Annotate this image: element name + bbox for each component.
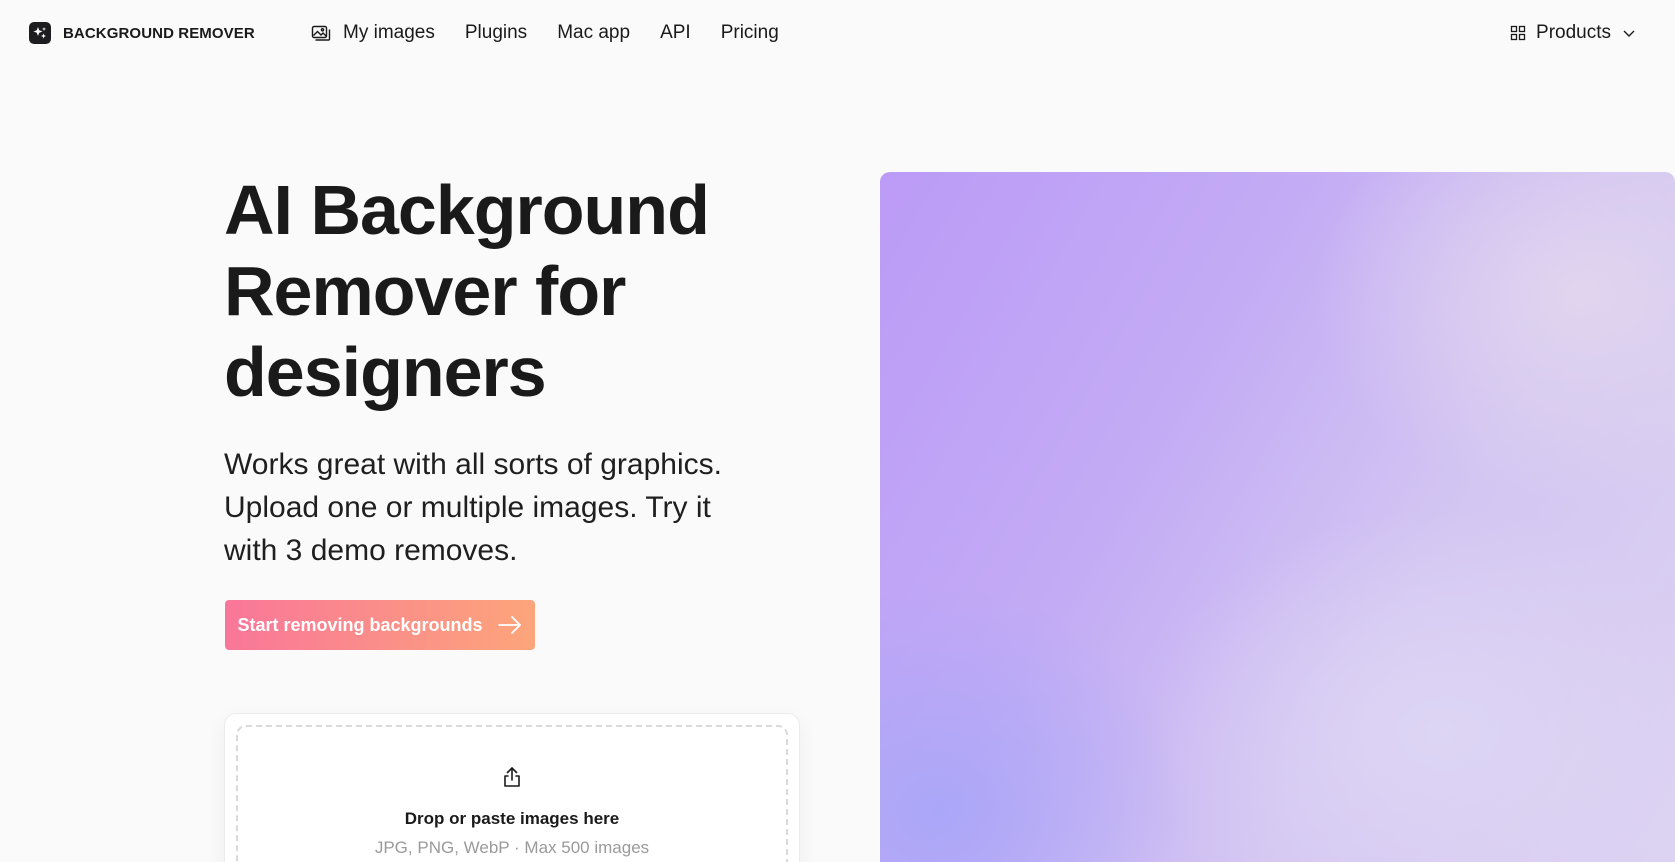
upload-card: Drop or paste images here JPG, PNG, WebP… — [224, 713, 800, 862]
hero-title: AI Background Remover for designers — [224, 170, 784, 413]
hero-subtitle-line: Upload one or multiple images. Try it — [224, 491, 711, 524]
dropzone-hint: JPG, PNG, WebP · Max 500 images — [374, 838, 650, 857]
nav-item-plugins[interactable]: Plugins — [465, 22, 527, 44]
main-nav: My images Plugins Mac app API Pricing — [311, 22, 779, 44]
top-navigation: BACKGROUND REMOVER My images Plugins Mac… — [0, 0, 1675, 70]
nav-label-mac-app: Mac app — [557, 22, 631, 43]
image-dropzone[interactable]: Drop or paste images here JPG, PNG, WebP… — [236, 725, 788, 862]
brand-name: BACKGROUND REMOVER — [63, 24, 255, 42]
nav-label-plugins: Plugins — [464, 22, 528, 43]
start-removing-button[interactable]: Start removing backgrounds — [225, 600, 535, 650]
hero-subtitle: Works great with all sorts of graphics. … — [224, 443, 784, 572]
hero-title-line: Remover for — [224, 252, 626, 330]
cta-label: Start removing backgrounds — [237, 614, 483, 635]
arrow-right-icon — [497, 616, 521, 634]
nav-label-pricing: Pricing — [720, 22, 779, 43]
dropzone-title: Drop or paste images here — [404, 809, 620, 828]
nav-label-api: API — [660, 22, 691, 43]
hero-gradient-visual — [880, 172, 1675, 862]
page: BACKGROUND REMOVER My images Plugins Mac… — [0, 0, 1675, 862]
nav-item-pricing[interactable]: Pricing — [721, 22, 779, 44]
nav-item-mac-app[interactable]: Mac app — [557, 22, 630, 44]
nav-item-my-images[interactable]: My images — [311, 22, 435, 44]
sparkle-logo-icon — [29, 22, 51, 44]
hero-title-line: designers — [224, 333, 547, 411]
hero-subtitle-line: with 3 demo removes. — [224, 534, 518, 567]
image-icon — [311, 25, 331, 41]
products-menu-button[interactable]: Products — [1510, 22, 1637, 44]
chevron-down-icon — [1623, 30, 1635, 37]
grid-icon — [1510, 25, 1526, 41]
products-label: Products — [1536, 22, 1611, 43]
brand[interactable]: BACKGROUND REMOVER — [29, 22, 255, 44]
hero-title-line: AI Background — [224, 171, 710, 249]
nav-item-api[interactable]: API — [660, 22, 691, 44]
hero-subtitle-line: Works great with all sorts of graphics. — [224, 448, 722, 481]
nav-label-my-images: My images — [343, 22, 435, 43]
upload-icon — [504, 767, 520, 787]
